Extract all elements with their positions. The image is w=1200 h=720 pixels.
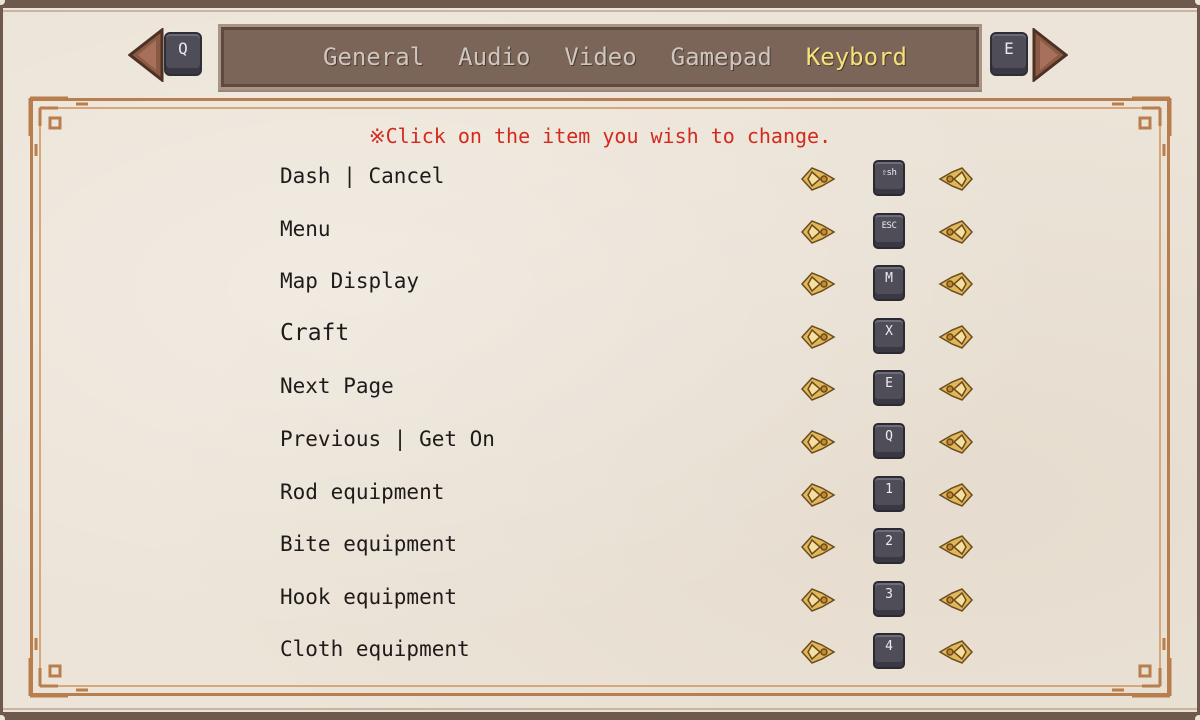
key-binding-keycap[interactable]: E [873,370,905,407]
ornament-right-icon [936,267,976,301]
key-binding-keycap[interactable]: 3 [873,580,905,617]
ornament-right-icon [936,635,976,669]
keybinding-action-label: Bite equipment [280,532,458,557]
keybinding-action-label: Menu [280,216,331,241]
ornament-left-icon [798,635,838,669]
keybinding-action-label: Rod equipment [280,479,445,504]
ornament-right-icon [936,478,976,512]
keybinding-row[interactable]: Craft X [0,310,1200,362]
keybinding-row[interactable]: Menu ESC [0,205,1200,257]
key-binding-keycap[interactable]: 1 [873,475,905,512]
ornament-left-icon [798,215,838,249]
tab-video[interactable]: Video [564,43,636,71]
next-tab-key[interactable]: E [990,32,1028,76]
ornament-right-icon [936,372,976,406]
keybinding-row[interactable]: Cloth equipment 4 [0,625,1200,677]
key-binding-keycap[interactable]: M [873,265,905,302]
ornament-left-icon [798,162,838,196]
keybinding-row[interactable]: Next Page E [0,362,1200,414]
ornament-left-icon [798,425,838,459]
keybinding-action-label: Previous | Get On [280,427,495,451]
ornament-left-icon [798,267,838,301]
keybinding-action-label: Dash | Cancel [280,164,445,188]
ornament-left-icon [798,372,838,406]
ornament-right-icon [936,162,976,196]
keybinding-row[interactable]: Hook equipment 3 [0,573,1200,625]
ornament-left-icon [798,320,838,354]
ornament-right-icon [936,583,976,617]
prev-tab-arrow-icon[interactable] [127,26,164,84]
keybinding-row[interactable]: Bite equipment 2 [0,520,1200,572]
key-binding-keycap[interactable]: ESC [873,212,905,249]
key-binding-keycap[interactable]: ⇧sh [873,160,905,196]
ornament-left-icon [798,530,838,564]
tab-general[interactable]: General [323,43,424,71]
tab-gamepad[interactable]: Gamepad [671,43,772,71]
ornament-right-icon [936,215,976,249]
ornament-right-icon [936,530,976,564]
keybinding-action-label: Map Display [280,269,420,294]
key-binding-keycap[interactable]: X [873,317,905,354]
next-tab-arrow-icon[interactable] [1032,26,1069,84]
keybinding-row[interactable]: Previous | Get On Q [0,415,1200,467]
keybinding-action-label: Next Page [280,374,394,399]
keybinding-action-label: Craft [280,319,350,346]
tab-audio[interactable]: Audio [458,43,530,71]
instruction-text: ※Click on the item you wish to change. [368,124,832,148]
prev-tab-key[interactable]: Q [164,32,202,76]
keybinding-action-label: Hook equipment [280,584,458,609]
keybinding-row[interactable]: Rod equipment 1 [0,468,1200,520]
corner-knob [1192,712,1200,720]
ornament-right-icon [936,320,976,354]
ornament-right-icon [936,425,976,459]
keybinding-row[interactable]: Map Display M [0,257,1200,309]
key-binding-keycap[interactable]: 4 [873,633,905,670]
ornament-left-icon [798,583,838,617]
key-binding-keycap[interactable]: Q [873,423,905,459]
tab-keyboard[interactable]: Keybord [806,43,907,71]
tab-bar: General Audio Video Gamepad Keybord [218,24,982,90]
keybinding-action-label: Cloth equipment [280,637,470,662]
ornament-left-icon [798,478,838,512]
keybinding-row[interactable]: Dash | Cancel ⇧sh [0,152,1200,204]
key-binding-keycap[interactable]: 2 [873,528,905,565]
